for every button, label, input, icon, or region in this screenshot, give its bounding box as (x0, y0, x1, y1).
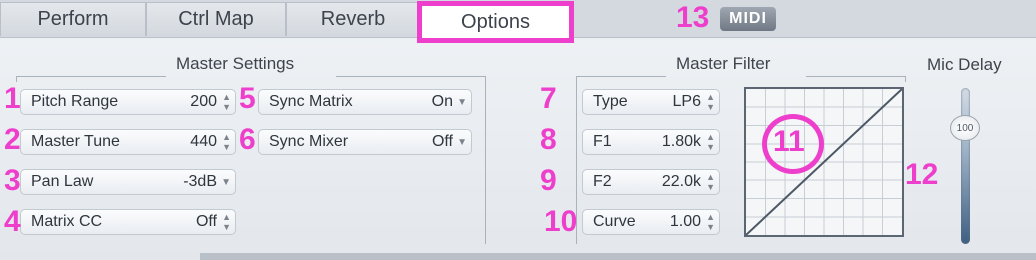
master-tune-stepper[interactable]: Master Tune 440 ▲ ▼ (20, 129, 236, 155)
annotation-4: 4 (4, 205, 21, 238)
annotation-11: 11 (773, 125, 805, 158)
field-value: Off (195, 213, 217, 230)
annotation-1: 1 (4, 82, 21, 115)
annotation-7: 7 (540, 82, 557, 115)
annotation-3: 3 (4, 164, 21, 197)
filter-curve-stepper[interactable]: Curve 1.00 ▲ ▼ (582, 209, 720, 235)
field-label: Sync Mixer (269, 133, 349, 150)
field-label: Matrix CC (31, 213, 103, 230)
matrix-cc-stepper[interactable]: Matrix CC Off ▲ ▼ (20, 209, 236, 235)
annotation-9: 9 (540, 164, 557, 197)
annotation-12: 12 (905, 158, 939, 191)
stepper-arrows-icon[interactable]: ▲ ▼ (706, 210, 715, 234)
divider (16, 76, 166, 82)
field-value: 440 (190, 133, 217, 150)
stepper-arrows-icon[interactable]: ▲ ▼ (222, 210, 231, 234)
filter-f2-stepper[interactable]: F2 22.0k ▲ ▼ (582, 169, 720, 195)
field-label: Pan Law (31, 173, 94, 190)
tab-bar: Perform Ctrl Map Reverb Options 13 MIDI (0, 0, 1036, 43)
tab-perform[interactable]: Perform (0, 2, 146, 36)
chevron-down-icon[interactable]: ▼ (221, 170, 231, 194)
tab-label: Options (461, 10, 530, 33)
stepper-arrows-icon[interactable]: ▲ ▼ (706, 90, 715, 114)
field-label: Curve (593, 213, 636, 230)
tab-label: Ctrl Map (178, 8, 254, 30)
field-label: F1 (593, 133, 612, 150)
bottom-divider (200, 253, 1036, 260)
annotation-5: 5 (239, 82, 256, 115)
stepper-arrows-icon[interactable]: ▲ ▼ (706, 130, 715, 154)
tab-label: Reverb (320, 8, 386, 30)
sync-mixer-dropdown[interactable]: Sync Mixer Off ▼ (258, 129, 472, 155)
chevron-down-icon[interactable]: ▼ (457, 130, 467, 154)
pitch-range-stepper[interactable]: Pitch Range 200 ▲ ▼ (20, 89, 236, 115)
field-value: 1.00 (669, 213, 701, 230)
field-label: Sync Matrix (269, 93, 353, 110)
divider (806, 76, 906, 82)
tab-reverb[interactable]: Reverb (286, 2, 420, 36)
stepper-arrows-icon[interactable]: ▲ ▼ (706, 170, 715, 194)
field-value: LP6 (672, 93, 701, 110)
annotation-10: 10 (544, 205, 578, 238)
tab-options[interactable]: Options (417, 1, 574, 43)
annotation-6: 6 (239, 123, 256, 156)
stepper-arrows-icon[interactable]: ▲ ▼ (222, 90, 231, 114)
mic-delay-slider[interactable] (961, 88, 970, 244)
chevron-down-icon[interactable]: ▼ (457, 90, 467, 114)
field-label: F2 (593, 173, 612, 190)
field-label: Type (593, 93, 628, 110)
annotation-8: 8 (540, 123, 557, 156)
mic-delay-knob[interactable]: 100 (950, 115, 980, 141)
annotation-13: 13 (676, 1, 710, 34)
field-label: Master Tune (31, 133, 120, 150)
stepper-arrows-icon[interactable]: ▲ ▼ (222, 130, 231, 154)
field-value: -3dB (183, 173, 217, 190)
tab-ctrl-map[interactable]: Ctrl Map (146, 2, 286, 36)
field-value: On (431, 93, 453, 110)
filter-type-stepper[interactable]: Type LP6 ▲ ▼ (582, 89, 720, 115)
field-label: Pitch Range (31, 93, 119, 110)
sync-matrix-dropdown[interactable]: Sync Matrix On ▼ (258, 89, 472, 115)
midi-button[interactable]: MIDI (720, 7, 776, 31)
master-filter-title: Master Filter (676, 54, 771, 73)
filter-f1-stepper[interactable]: F1 1.80k ▲ ▼ (582, 129, 720, 155)
field-value: Off (431, 133, 453, 150)
field-value: 200 (190, 93, 217, 110)
field-value: 1.80k (661, 133, 701, 150)
master-settings-title: Master Settings (176, 54, 295, 73)
pan-law-dropdown[interactable]: Pan Law -3dB ▼ (20, 169, 236, 195)
field-value: 22.0k (661, 173, 701, 190)
mic-delay-title: Mic Delay (927, 55, 1002, 74)
annotation-2: 2 (4, 123, 21, 156)
tab-label: Perform (37, 8, 109, 30)
